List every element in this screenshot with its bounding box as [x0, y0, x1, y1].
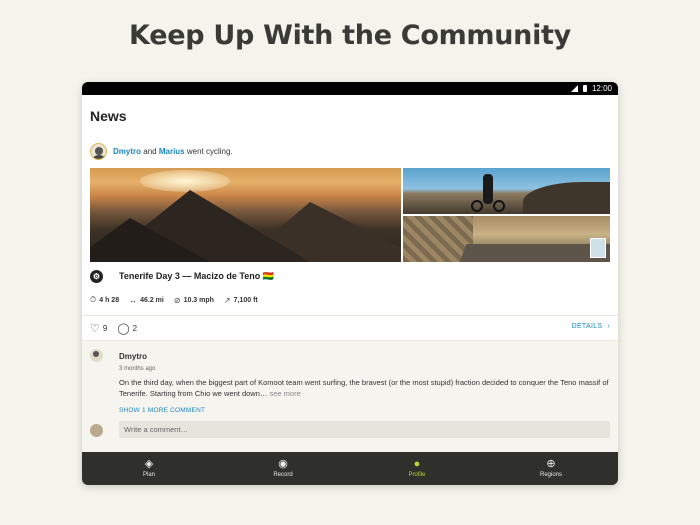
tour-title-row[interactable]: ⚙ Tenerife Day 3 — Macizo de Teno 🇧🇴 [90, 270, 274, 283]
activity-action: went cycling. [186, 147, 233, 156]
like-button[interactable]: ♡ 9 [90, 322, 107, 335]
status-time: 12:00 [591, 84, 612, 93]
comment-time: 3 months ago [119, 366, 156, 372]
comment-input[interactable] [119, 421, 610, 438]
user-link-dmytro[interactable]: Dmytro [113, 147, 141, 156]
battery-icon [582, 85, 587, 92]
nav-item-regions[interactable]: ⊕ Regions [484, 452, 618, 485]
nav-label-plan: Plan [142, 472, 155, 478]
chevron-right-icon: › [607, 323, 610, 330]
stat-distance: ↔ 46.2 mi [129, 295, 164, 305]
comment-count: 2 [132, 324, 138, 333]
nav-item-profile[interactable]: ● Profile [350, 452, 484, 485]
current-user-avatar [90, 424, 103, 437]
tour-title[interactable]: Tenerife Day 3 — Macizo de Teno 🇧🇴 [119, 271, 274, 282]
tour-photo-cyclist[interactable] [403, 168, 610, 214]
activity-header: Dmytro and Marius went cycling. [90, 143, 233, 160]
comment-button[interactable]: ◯ 2 [117, 322, 137, 335]
see-more-link[interactable]: see more [270, 389, 301, 398]
bicycle-icon: ⚙ [90, 270, 103, 283]
comment-text: On the third day, when the biggest part … [119, 377, 609, 399]
profile-icon: ● [413, 458, 421, 470]
stat-duration: ⏱ 4 h 28 [90, 295, 119, 305]
device-screen: 12:00 News Dmytro and Marius went cyclin… [82, 82, 618, 485]
record-icon: ◉ [278, 458, 288, 470]
comment-author[interactable]: Dmytro [119, 352, 147, 361]
duration-value: 4 h 28 [99, 296, 120, 304]
distance-arrows-icon: ↔ [129, 295, 138, 305]
bottom-navigation: ◈ Plan ◉ Record ● Profile ⊕ Regions [82, 452, 618, 485]
headline: Keep Up With the Community [129, 20, 571, 51]
nav-item-record[interactable]: ◉ Record [216, 452, 350, 485]
avatar[interactable] [90, 349, 103, 362]
connector-text: and [143, 147, 157, 156]
tour-photo-road[interactable] [403, 216, 610, 262]
elevation-arrow-icon: ↗ [223, 295, 231, 305]
comments-section: Dmytro 3 months ago On the third day, wh… [82, 340, 618, 452]
map-thumbnail[interactable] [590, 238, 606, 258]
stopwatch-icon: ⏱ [90, 295, 97, 304]
heart-icon: ♡ [90, 323, 100, 335]
details-label: DETAILS [571, 323, 603, 330]
speed-icon: ⊘ [173, 295, 181, 305]
plan-diamond-icon: ◈ [144, 458, 154, 470]
status-bar: 12:00 [82, 82, 618, 95]
nav-label-regions: Regions [539, 472, 562, 478]
avatar[interactable] [90, 143, 107, 160]
tour-stats: ⏱ 4 h 28 ↔ 46.2 mi ⊘ 10.3 mph ↗ 7,100 ft [90, 295, 258, 305]
comment-bubble-icon: ◯ [117, 323, 130, 335]
elevation-value: 7,100 ft [233, 296, 258, 304]
globe-icon: ⊕ [546, 458, 556, 470]
signal-icon [570, 85, 578, 92]
nav-item-plan[interactable]: ◈ Plan [82, 452, 216, 485]
comment-body: On the third day, when the biggest part … [119, 378, 609, 398]
user-link-marius[interactable]: Marius [159, 147, 185, 156]
stat-speed: ⊘ 10.3 mph [174, 295, 214, 305]
speed-value: 10.3 mph [183, 296, 214, 304]
tour-photo-sunset[interactable] [90, 168, 401, 262]
stat-elevation: ↗ 7,100 ft [224, 295, 258, 305]
divider [82, 315, 618, 316]
activity-summary: Dmytro and Marius went cycling. [113, 147, 233, 156]
nav-label-record: Record [273, 472, 293, 478]
distance-value: 46.2 mi [140, 296, 164, 304]
page-title: News [90, 108, 127, 124]
like-count: 9 [102, 324, 108, 333]
show-more-comments-link[interactable]: SHOW 1 MORE COMMENT [119, 407, 205, 414]
nav-label-profile: Profile [408, 472, 426, 478]
details-button[interactable]: DETAILS › [572, 323, 610, 330]
action-row: ♡ 9 ◯ 2 [90, 322, 137, 335]
